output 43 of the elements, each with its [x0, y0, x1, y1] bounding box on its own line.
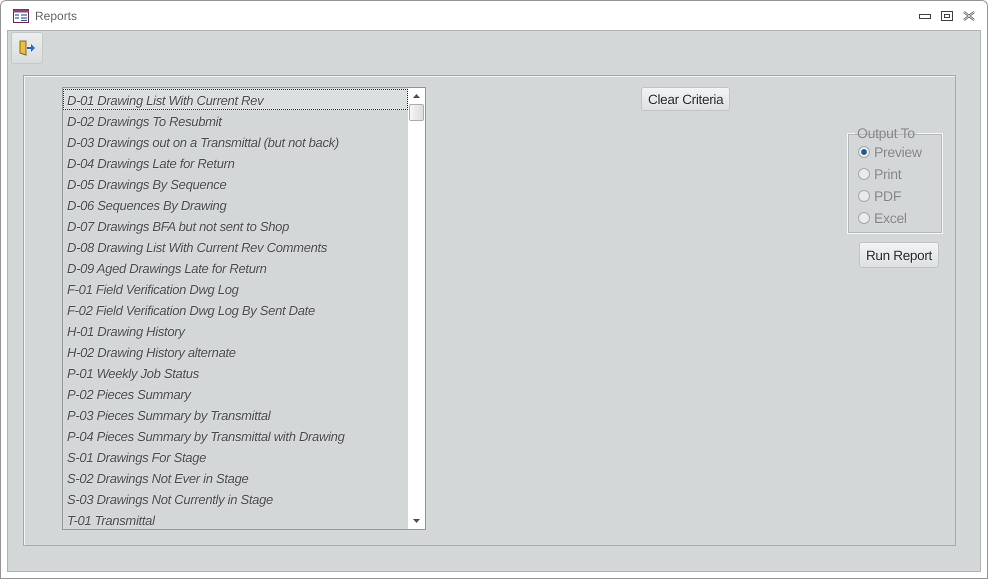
window-title: Reports	[35, 8, 78, 22]
clear-criteria-button[interactable]: Clear Criteria	[641, 87, 730, 111]
report-item[interactable]: P-03 Pieces Summary by Transmittal	[63, 404, 408, 425]
report-item[interactable]: H-02 Drawing History alternate	[63, 341, 408, 362]
form-icon	[13, 8, 29, 22]
report-item[interactable]: D-01 Drawing List With Current Rev	[63, 89, 408, 110]
report-item[interactable]: D-05 Drawings By Sequence	[63, 173, 408, 194]
close-icon[interactable]	[963, 10, 975, 20]
report-item[interactable]: S-01 Drawings For Stage	[63, 446, 408, 467]
report-item[interactable]: F-02 Field Verification Dwg Log By Sent Date	[63, 299, 408, 320]
radio-label: Print	[874, 166, 902, 182]
output-legend: Output To	[855, 125, 917, 141]
radio-button[interactable]	[858, 146, 870, 158]
report-item[interactable]: D-02 Drawings To Resubmit	[63, 110, 408, 131]
close-form-button[interactable]	[11, 32, 43, 64]
radio-button[interactable]	[858, 212, 870, 224]
report-item[interactable]: D-06 Sequences By Drawing	[63, 194, 408, 215]
scroll-up-icon[interactable]	[413, 94, 420, 98]
radio-button[interactable]	[858, 190, 870, 202]
restore-icon[interactable]	[941, 10, 953, 20]
exit-door-icon	[18, 40, 36, 56]
report-item[interactable]: P-04 Pieces Summary by Transmittal with Drawing	[63, 425, 408, 446]
report-item[interactable]: P-01 Weekly Job Status	[63, 362, 408, 383]
report-item[interactable]: T-01 Transmittal	[63, 509, 408, 530]
report-item[interactable]: D-07 Drawings BFA but not sent to Shop	[63, 215, 408, 236]
report-item[interactable]: S-02 Drawings Not Ever in Stage	[63, 467, 408, 488]
report-item[interactable]: H-01 Drawing History	[63, 320, 408, 341]
radio-label: Preview	[874, 144, 922, 160]
report-item[interactable]: D-03 Drawings out on a Transmittal (but not back)	[63, 131, 408, 152]
report-item[interactable]: D-09 Aged Drawings Late for Return	[63, 257, 408, 278]
report-item[interactable]: D-04 Drawings Late for Return	[63, 152, 408, 173]
radio-label: PDF	[874, 188, 902, 204]
minimize-icon[interactable]	[919, 12, 931, 20]
scroll-thumb[interactable]	[409, 104, 424, 121]
run-report-button[interactable]: Run Report	[858, 242, 939, 268]
scrollbar[interactable]	[408, 88, 425, 529]
radio-button[interactable]	[858, 168, 870, 180]
report-item[interactable]: P-02 Pieces Summary	[63, 383, 408, 404]
radio-label: Excel	[874, 210, 907, 226]
scroll-down-icon[interactable]	[413, 519, 420, 523]
report-item[interactable]: S-03 Drawings Not Currently in Stage	[63, 488, 408, 509]
report-item[interactable]: F-01 Field Verification Dwg Log	[63, 278, 408, 299]
report-item[interactable]: D-08 Drawing List With Current Rev Comments	[63, 236, 408, 257]
